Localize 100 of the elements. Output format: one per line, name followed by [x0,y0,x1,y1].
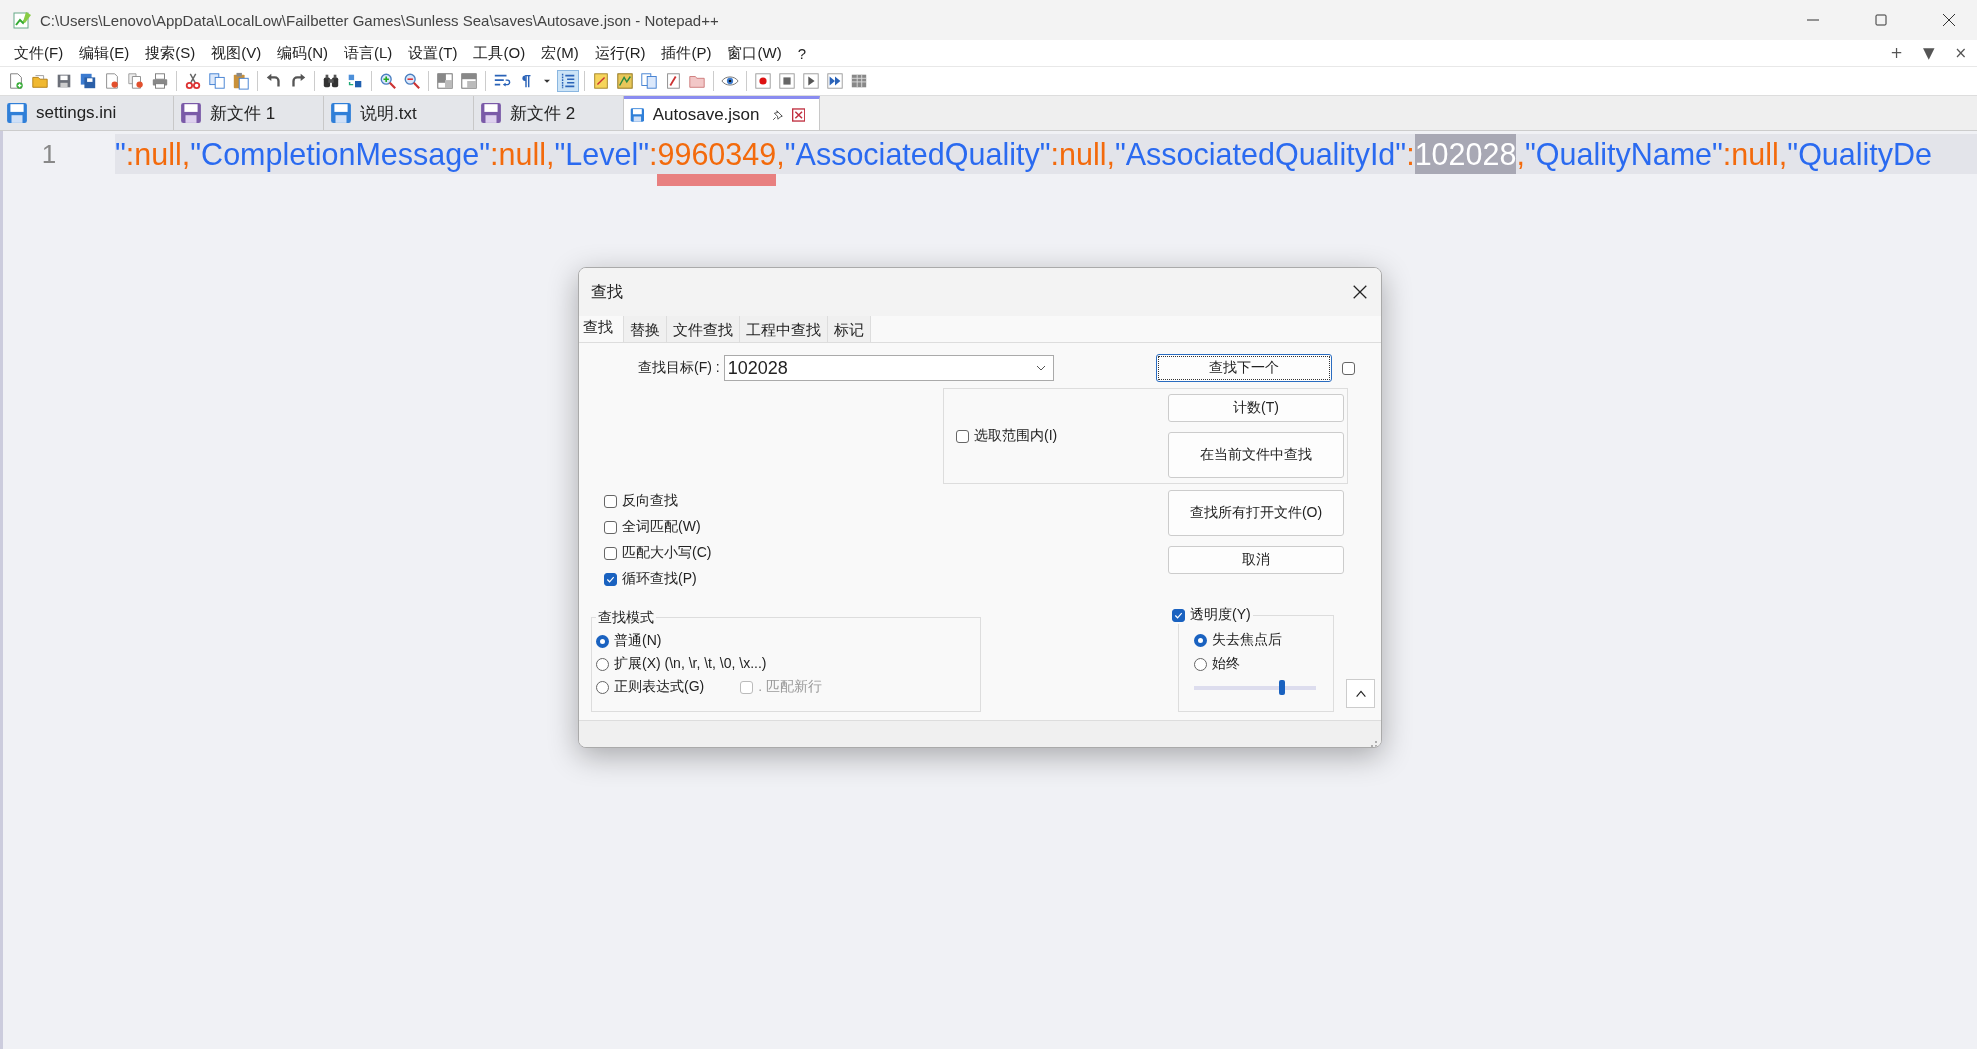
radio-button[interactable] [1194,633,1207,647]
checkbox[interactable] [956,429,969,443]
find-next-button[interactable]: 查找下一个 [1156,354,1332,382]
checkbox[interactable] [604,572,617,586]
radio-label: 普通(N) [614,632,662,650]
code-token: : [125,136,135,173]
radio-button[interactable] [596,634,609,648]
radio-label: 扩展(X) (\n, \r, \t, \0, \x...) [614,655,767,673]
radio-button[interactable] [596,680,609,694]
file-tab[interactable]: settings.ini [0,96,174,130]
play-icon[interactable] [800,70,822,92]
dialog-tab[interactable]: 查找 [579,316,624,342]
search-combobox[interactable]: 102028 [723,355,1054,381]
dialog-button[interactable]: 在当前文件中查找 [1168,432,1344,478]
dialog-tab[interactable]: 标记 [828,316,871,342]
close-icon[interactable] [1351,283,1369,301]
checkbox-label: . 匹配新行 [758,678,822,696]
checkbox-label: 选取范围内(I) [974,427,1058,445]
menu-item[interactable]: 运行(R) [586,41,654,65]
menu-item[interactable]: 编码(N) [269,41,336,65]
group-title: 查找模式 [596,609,656,627]
checkbox[interactable] [1342,361,1355,375]
file-tab[interactable]: 新文件 2 [474,96,624,130]
file-tab[interactable]: Autosave.json [624,96,820,130]
menu-item[interactable]: 窗口(W) [719,41,790,65]
checkbox[interactable] [604,520,617,534]
copy-icon[interactable] [206,70,228,92]
file-tab[interactable]: 新文件 1 [174,96,324,130]
record-icon[interactable] [752,70,774,92]
code-token: : [1406,136,1415,173]
code-token: : [1050,136,1059,173]
dialog-button[interactable]: 计数(T) [1168,394,1344,422]
checkbox-label: 反向查找 [622,492,678,510]
fast-forward-icon[interactable] [824,70,846,92]
menu-item[interactable]: 宏(M) [533,41,587,65]
dialog-button[interactable]: 取消 [1168,546,1344,574]
menu-item[interactable]: 工具(O) [465,41,534,65]
code-token: null [1731,136,1779,173]
dialog-tab[interactable]: 替换 [624,316,667,342]
menu-item[interactable]: 文件(F) [6,41,72,65]
menu-item[interactable]: 搜索(S) [137,41,204,65]
indent-guide-icon[interactable] [557,70,579,92]
menu-control[interactable]: × [1954,44,1967,62]
code-token: null [134,136,182,173]
code-token: , [181,136,191,173]
code-token: " [115,136,126,173]
code-token: : [649,136,658,173]
checkbox[interactable] [604,546,617,560]
code-token: , [1106,136,1115,173]
window-title: C:\Users\Lenovo\AppData\LocalLow\Failbetter Games\Sunless Sea\saves\Autosave.json - Notepad++ [40,11,719,29]
file-tab[interactable]: 说明.txt [324,96,474,130]
transparency-slider[interactable] [1194,679,1316,697]
code-token: "AssociatedQuality" [784,136,1051,174]
menu-item[interactable]: 语言(L) [336,41,401,65]
radio-button[interactable] [1194,657,1207,671]
dialog-tab[interactable]: 文件查找 [667,316,740,342]
collapse-button[interactable] [1346,679,1375,708]
menu-item[interactable]: 插件(P) [653,41,720,65]
notepad-icon [12,10,32,30]
documents-icon[interactable] [638,70,660,92]
checkbox-label: 匹配大小写(C) [622,544,712,562]
code-token: , [1778,136,1788,173]
field-label: 查找目标(F) : [638,359,720,377]
code-token: "Level" [554,136,649,173]
menu-item[interactable]: 编辑(E) [71,41,138,65]
radio-label: 正则表达式(G) [614,678,705,696]
radio-label: 失去焦点后 [1212,631,1282,649]
code-token: : [489,136,499,173]
code-token: null [1059,136,1107,173]
dialog-button[interactable]: 查找所有打开文件(O) [1168,490,1344,536]
code-token: "QualityName" [1524,136,1723,174]
code-token: , [776,136,785,173]
radio-label: 始终 [1212,655,1240,673]
checkbox-label: 透明度(Y) [1190,606,1251,624]
code-token: "AssociatedQualityId" [1114,136,1407,174]
split-window-icon[interactable] [434,70,456,92]
menu-control[interactable]: + [1890,44,1903,62]
menu-item[interactable]: 设置(T) [400,41,466,65]
checkbox[interactable] [1172,608,1185,622]
code-token: , [545,136,555,173]
dialog-tab[interactable]: 工程中查找 [740,316,828,342]
menu-item[interactable]: ? [789,42,814,64]
line-number: 1 [40,138,58,170]
split-window-icon[interactable] [458,70,480,92]
menu-control[interactable]: ▼ [1922,44,1935,62]
stop-icon[interactable] [776,70,798,92]
checkbox[interactable] [604,494,617,508]
menu-item[interactable]: 视图(V) [203,41,270,65]
code-token: : [1722,136,1732,173]
map-icon[interactable] [614,70,636,92]
dialog-title: 查找 [591,281,623,302]
code-token: null [498,136,546,173]
radio-button[interactable] [596,657,609,671]
resize-grip-icon[interactable] [1368,738,1378,747]
checkbox-label: 循环查找(P) [622,570,697,588]
code-token: "QualityDe [1787,136,1933,174]
checkbox-label: 全词匹配(W) [622,518,701,536]
slider-thumb[interactable] [1278,680,1285,695]
code-token: , [1516,136,1525,173]
code-token: "CompletionMessage" [190,136,490,174]
